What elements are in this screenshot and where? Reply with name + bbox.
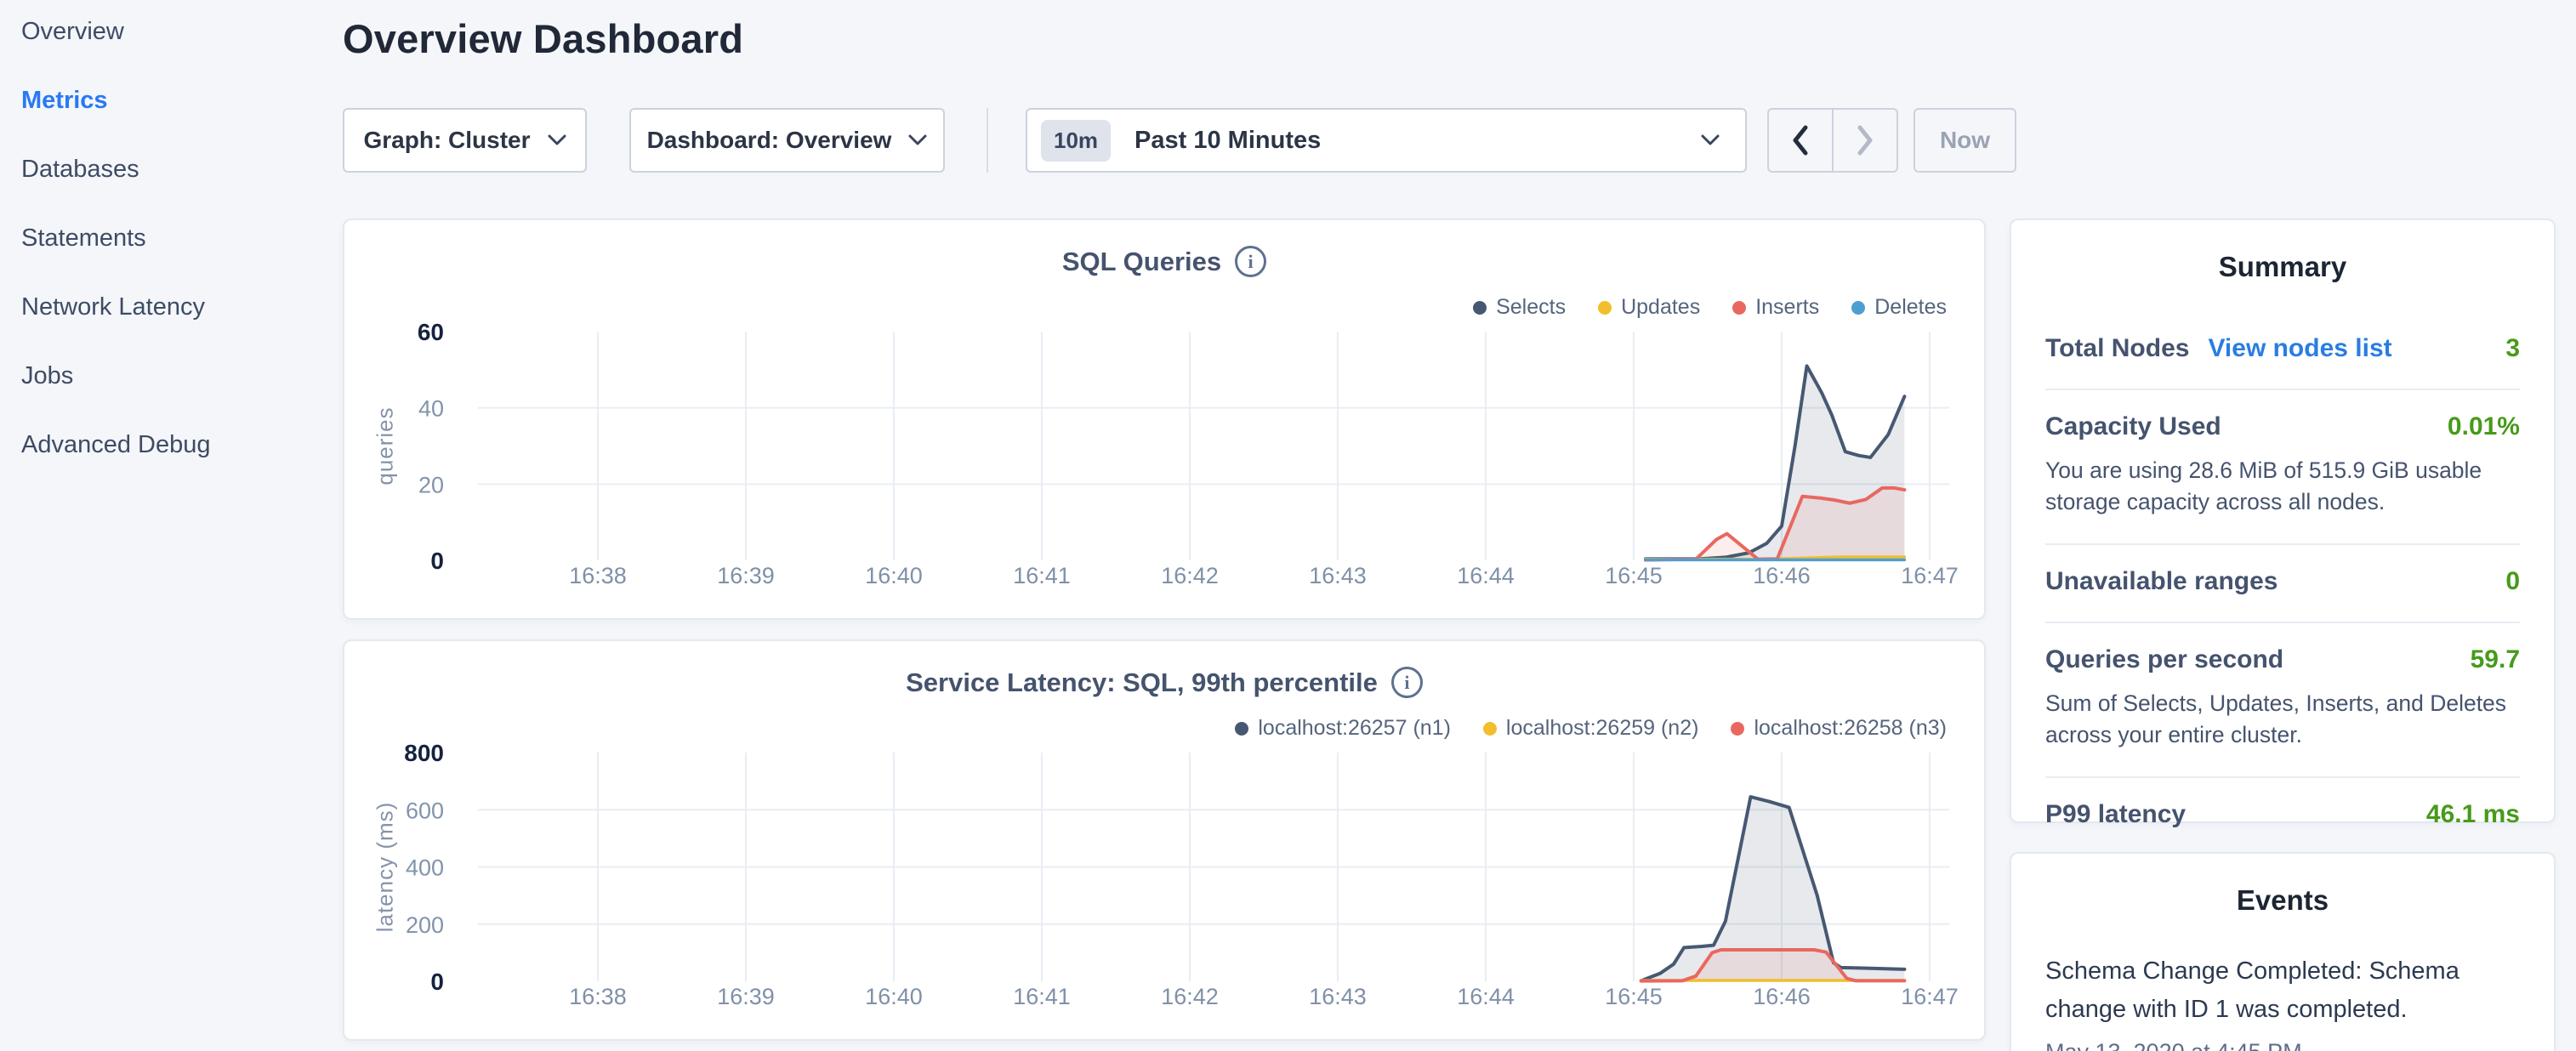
- summary-row-label: P99 latency: [2045, 800, 2186, 829]
- summary-title: Summary: [2011, 251, 2554, 283]
- sidebar-item-statements[interactable]: Statements: [21, 225, 323, 251]
- graph-scope-dropdown-label: Graph: Cluster: [363, 127, 530, 154]
- svg-text:16:39: 16:39: [717, 984, 775, 1009]
- summary-row-description: You are using 28.6 MiB of 515.9 GiB usab…: [2045, 455, 2520, 518]
- summary-panel: Summary Total Nodes View nodes list 3 Capac…: [2010, 219, 2556, 823]
- svg-text:16:44: 16:44: [1457, 984, 1515, 1009]
- view-nodes-list-link[interactable]: View nodes list: [2208, 334, 2391, 363]
- svg-text:16:42: 16:42: [1161, 563, 1219, 588]
- svg-text:16:41: 16:41: [1013, 563, 1071, 588]
- sidebar-item-overview[interactable]: Overview: [21, 19, 323, 44]
- svg-text:16:45: 16:45: [1605, 984, 1663, 1009]
- time-range-badge: 10m: [1041, 120, 1111, 162]
- summary-row: Queries per second 59.7 Sum of Selects, Up…: [2045, 623, 2520, 778]
- sidebar-item-network-latency[interactable]: Network Latency: [21, 294, 323, 320]
- summary-row: P99 latency 46.1 ms: [2045, 778, 2520, 855]
- sql-queries-chart-card: SQL Queries i SelectsUpdatesInsertsDelet…: [343, 219, 1986, 620]
- chevron-down-icon: [1701, 134, 1720, 146]
- plot-area[interactable]: 16:38 16:39 16:40 16:41 16:42 16:43 16:44 16:45…: [344, 220, 1987, 622]
- summary-row-value: 0: [2505, 567, 2520, 596]
- summary-row-label: Queries per second: [2045, 645, 2283, 674]
- event-timestamp: May 13, 2020 at 4:45 PM: [2045, 1039, 2520, 1051]
- svg-text:0: 0: [430, 969, 444, 995]
- svg-text:40: 40: [418, 396, 444, 422]
- svg-text:16:46: 16:46: [1753, 984, 1811, 1009]
- sidebar-item-advanced-debug[interactable]: Advanced Debug: [21, 432, 323, 457]
- summary-row-value: 59.7: [2471, 645, 2520, 674]
- time-range-dropdown[interactable]: 10m Past 10 Minutes: [1026, 108, 1747, 173]
- svg-text:16:40: 16:40: [865, 563, 923, 588]
- page-title: Overview Dashboard: [343, 15, 743, 62]
- service-latency-chart-card: Service Latency: SQL, 99th percentile i …: [343, 639, 1986, 1041]
- graph-scope-dropdown[interactable]: Graph: Cluster: [343, 108, 587, 173]
- chevron-right-icon: [1855, 124, 1875, 156]
- svg-text:600: 600: [406, 798, 444, 823]
- time-range-label: Past 10 Minutes: [1134, 127, 1321, 155]
- svg-text:16:44: 16:44: [1457, 563, 1515, 588]
- sidebar: Overview Metrics Databases Statements Networ…: [21, 19, 323, 501]
- summary-rows: Total Nodes View nodes list 3 Capacity Used…: [2045, 312, 2520, 855]
- sidebar-item-jobs[interactable]: Jobs: [21, 363, 323, 389]
- svg-text:16:47: 16:47: [1901, 563, 1959, 588]
- svg-text:400: 400: [406, 855, 444, 881]
- sidebar-item-metrics[interactable]: Metrics: [21, 88, 323, 113]
- chevron-left-icon: [1790, 124, 1811, 156]
- svg-text:16:41: 16:41: [1013, 984, 1071, 1009]
- svg-text:16:38: 16:38: [569, 563, 627, 588]
- controls-row: Graph: Cluster Dashboard: Overview 10m P…: [343, 108, 1986, 173]
- time-prev-button[interactable]: [1769, 110, 1832, 171]
- summary-row-label: Total Nodes: [2045, 334, 2189, 363]
- svg-text:16:39: 16:39: [717, 563, 775, 588]
- svg-text:60: 60: [418, 319, 444, 345]
- time-step-button-group: [1767, 108, 1898, 173]
- svg-text:800: 800: [404, 740, 444, 766]
- svg-text:16:47: 16:47: [1901, 984, 1959, 1009]
- summary-row-value: 46.1 ms: [2426, 800, 2520, 829]
- summary-row-description: Sum of Selects, Updates, Inserts, and De…: [2045, 688, 2520, 751]
- summary-row: Total Nodes View nodes list 3: [2045, 312, 2520, 390]
- svg-text:16:38: 16:38: [569, 984, 627, 1009]
- summary-row-value: 0.01%: [2448, 412, 2520, 441]
- dashboard-dropdown[interactable]: Dashboard: Overview: [629, 108, 945, 173]
- summary-row: Capacity Used 0.01% You are using 28.6 MiB…: [2045, 390, 2520, 545]
- svg-text:16:43: 16:43: [1309, 984, 1367, 1009]
- svg-text:0: 0: [430, 548, 444, 574]
- svg-text:16:45: 16:45: [1605, 563, 1663, 588]
- plot-area[interactable]: 16:38 16:39 16:40 16:41 16:42 16:43 16:44 16:45…: [344, 641, 1987, 1042]
- chevron-down-icon: [908, 134, 927, 146]
- summary-row-label: Unavailable ranges: [2045, 567, 2277, 596]
- now-button: Now: [1914, 108, 2016, 173]
- dashboard-dropdown-label: Dashboard: Overview: [647, 127, 892, 154]
- controls-divider: [987, 108, 988, 173]
- chevron-down-icon: [548, 134, 566, 146]
- summary-row-value: 3: [2505, 334, 2520, 363]
- sidebar-item-databases[interactable]: Databases: [21, 156, 323, 182]
- svg-text:16:42: 16:42: [1161, 984, 1219, 1009]
- svg-text:200: 200: [406, 912, 444, 938]
- svg-text:20: 20: [418, 472, 444, 497]
- svg-text:16:46: 16:46: [1753, 563, 1811, 588]
- time-next-button: [1832, 110, 1896, 171]
- summary-row: Unavailable ranges 0: [2045, 545, 2520, 623]
- svg-text:16:40: 16:40: [865, 984, 923, 1009]
- svg-text:16:43: 16:43: [1309, 563, 1367, 588]
- events-panel: Events Schema Change Completed: Schema c…: [2010, 852, 2556, 1051]
- event-message: Schema Change Completed: Schema change w…: [2045, 952, 2520, 1029]
- summary-row-label: Capacity Used: [2045, 412, 2221, 441]
- events-title: Events: [2011, 884, 2554, 917]
